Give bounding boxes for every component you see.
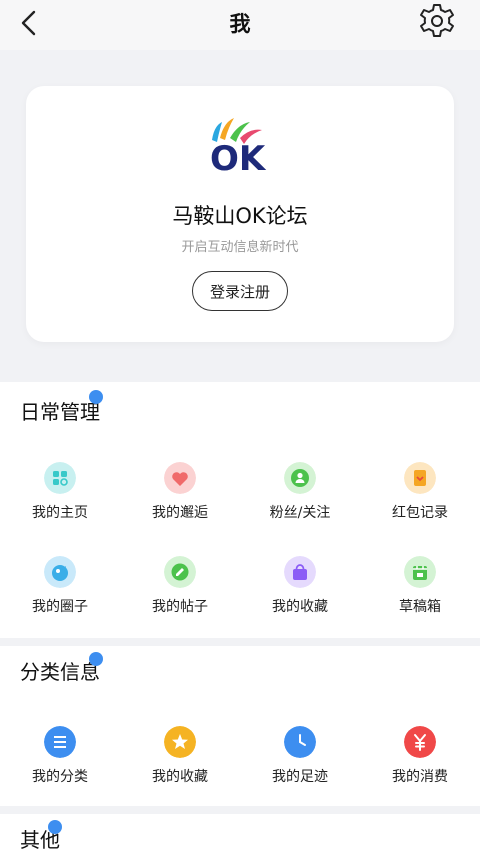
settings-gear-icon[interactable]: [418, 2, 456, 40]
grid-item-my-spending[interactable]: 我的消费: [360, 726, 480, 806]
bag-icon: [284, 556, 316, 588]
grid-item-label: 我的帖子: [152, 599, 208, 615]
red-packet-icon: [404, 462, 436, 494]
notification-dot: [48, 820, 62, 834]
grid-item-label: 红包记录: [392, 505, 448, 521]
yen-icon: [404, 726, 436, 758]
grid-item-label: 我的消费: [392, 769, 448, 785]
slogan: 开启互动信息新时代: [181, 240, 299, 255]
notification-dot: [89, 390, 103, 404]
login-register-button[interactable]: 登录注册: [192, 271, 288, 311]
grid-item-label: 我的主页: [32, 505, 88, 521]
grid-item-my-favorites[interactable]: 我的收藏: [120, 726, 240, 806]
homepage-icon: [44, 462, 76, 494]
top-bar: 我: [0, 0, 480, 50]
ok-logo: OK: [210, 118, 267, 174]
grid-item-label: 我的足迹: [272, 769, 328, 785]
grid-item-label: 我的收藏: [152, 769, 208, 785]
section-title-daily: 日常管理: [20, 400, 100, 424]
profile-card: OK 马鞍山OK论坛 开启互动信息新时代 登录注册: [26, 86, 454, 342]
heart-icon: [164, 462, 196, 494]
grid-item-label: 我的收藏: [272, 599, 328, 615]
notification-dot: [89, 652, 103, 666]
daily-management-section: 日常管理 我的主页 我的邂逅 粉丝/关注 红包记录 我的圈子 我的帖子 我的收藏…: [0, 382, 480, 638]
grid-item-favorites[interactable]: 我的收藏: [240, 556, 360, 636]
fans-icon: [284, 462, 316, 494]
grid-item-label: 我的圈子: [32, 599, 88, 615]
clock-icon: [284, 726, 316, 758]
grid-item-circle[interactable]: 我的圈子: [0, 556, 120, 636]
grid-item-encounter[interactable]: 我的邂逅: [120, 462, 240, 542]
grid-item-my-category[interactable]: 我的分类: [0, 726, 120, 806]
grid-item-my-footprint[interactable]: 我的足迹: [240, 726, 360, 806]
grid-item-posts[interactable]: 我的帖子: [120, 556, 240, 636]
star-icon: [164, 726, 196, 758]
draft-icon: [404, 556, 436, 588]
grid-item-red-packet[interactable]: 红包记录: [360, 462, 480, 542]
grid-item-fans-follow[interactable]: 粉丝/关注: [240, 462, 360, 542]
grid-item-drafts[interactable]: 草稿箱: [360, 556, 480, 636]
svg-text:OK: OK: [210, 139, 267, 174]
grid-item-homepage[interactable]: 我的主页: [0, 462, 120, 542]
grid-item-label: 我的分类: [32, 769, 88, 785]
brand-name: 马鞍山OK论坛: [172, 204, 308, 228]
circle-icon: [44, 556, 76, 588]
grid-item-label: 粉丝/关注: [269, 505, 331, 521]
category-info-section: 分类信息 我的分类 我的收藏 我的足迹 我的消费: [0, 646, 480, 806]
grid-item-label: 我的邂逅: [152, 505, 208, 521]
list-icon: [44, 726, 76, 758]
page-title: 我: [229, 12, 251, 36]
grid-item-label: 草稿箱: [399, 599, 441, 615]
other-section: 其他: [0, 814, 480, 853]
section-title-category: 分类信息: [20, 660, 100, 684]
post-icon: [164, 556, 196, 588]
